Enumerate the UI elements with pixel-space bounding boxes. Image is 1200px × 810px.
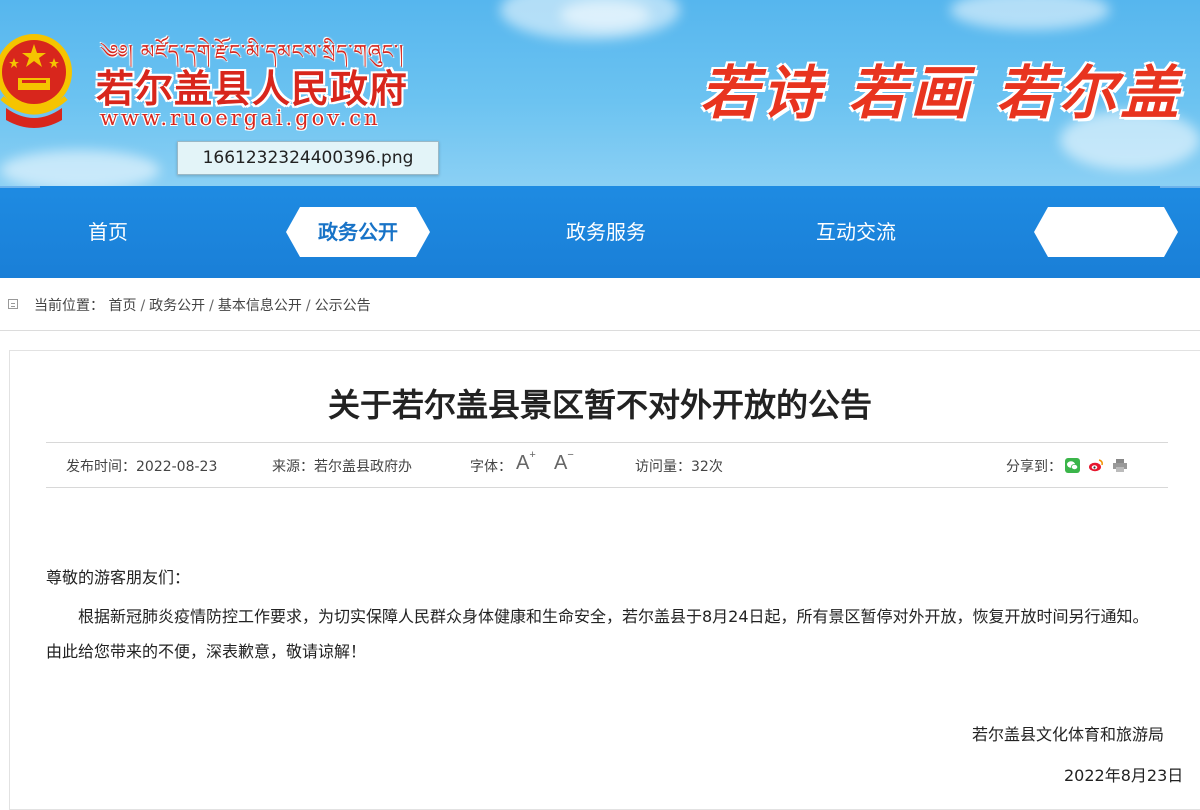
site-url: www.ruoergai.gov.cn — [100, 106, 381, 130]
article-title: 关于若尔盖县景区暂不对外开放的公告 — [327, 386, 872, 424]
font-size-label: 字体： — [470, 459, 512, 475]
nav-item-interaction[interactable]: 互动交流 — [796, 186, 916, 278]
filename-tooltip: 1661232324400396.png — [177, 141, 439, 175]
article-greeting: 尊敬的游客朋友们： — [46, 568, 191, 587]
cloud-decoration — [560, 0, 650, 30]
breadcrumb-prefix: 当前位置： — [34, 298, 104, 314]
nav-item-government-affairs[interactable]: 政务公开 — [286, 207, 430, 257]
print-icon[interactable] — [1112, 458, 1127, 473]
breadcrumb: 当前位置： 首页 / 政务公开 / 基本信息公开 / 公示公告 — [0, 278, 1200, 331]
breadcrumb-link-announcements[interactable]: 公示公告 — [315, 298, 371, 314]
article-paragraph-line2: 由此给您带来的不便，深表歉意，敬请谅解！ — [46, 642, 367, 661]
font-decrease-icon[interactable]: A− — [554, 449, 574, 475]
share-label: 分享到： — [1006, 459, 1062, 475]
article-meta-bar: 发布时间：2022-08-23 来源：若尔盖县政府办 字体： A+ A− 访问量… — [46, 442, 1168, 488]
header-slogan: 若诗 若画 若尔盖 — [700, 59, 1183, 127]
weibo-icon[interactable] — [1088, 458, 1103, 473]
site-title[interactable]: 若尔盖县人民政府 — [96, 58, 408, 113]
breadcrumb-trail: 当前位置： 首页 / 政务公开 / 基本信息公开 / 公示公告 — [34, 298, 371, 314]
nav-decoration-left — [0, 186, 40, 280]
breadcrumb-link-government-affairs[interactable]: 政务公开 — [149, 298, 205, 314]
article-source: 来源：若尔盖县政府办 — [272, 459, 412, 475]
breadcrumb-link-basic-info[interactable]: 基本信息公开 — [218, 298, 302, 314]
main-nav: 首页 政务公开 政务服务 互动交流 — [0, 186, 1200, 278]
article-date: 2022年8月23日 — [1064, 766, 1184, 785]
wechat-icon[interactable] — [1065, 458, 1080, 473]
article-paragraph-line1: 根据新冠肺炎疫情防控工作要求，为切实保障人民群众身体健康和生命安全，若尔盖县于8… — [78, 607, 1149, 626]
nav-item-services[interactable]: 政务服务 — [546, 186, 666, 278]
breadcrumb-link-home[interactable]: 首页 — [108, 298, 136, 314]
view-count: 访问量：32次 — [635, 459, 723, 475]
location-icon — [8, 299, 18, 309]
cloud-decoration — [0, 150, 160, 186]
publish-time: 发布时间：2022-08-23 — [66, 459, 218, 475]
nav-item-home[interactable]: 首页 — [58, 186, 158, 278]
article-signature: 若尔盖县文化体育和旅游局 — [972, 725, 1165, 744]
site-header: ༄༅། མཛོད་དགེ་རྫོང་མི་དམངས་སྲིད་གཞུང་། 若尔… — [0, 0, 1200, 186]
font-increase-icon[interactable]: A+ — [516, 449, 536, 475]
nav-item-more[interactable] — [1034, 207, 1178, 257]
cloud-decoration — [950, 0, 1110, 30]
national-emblem-icon[interactable] — [0, 28, 80, 134]
